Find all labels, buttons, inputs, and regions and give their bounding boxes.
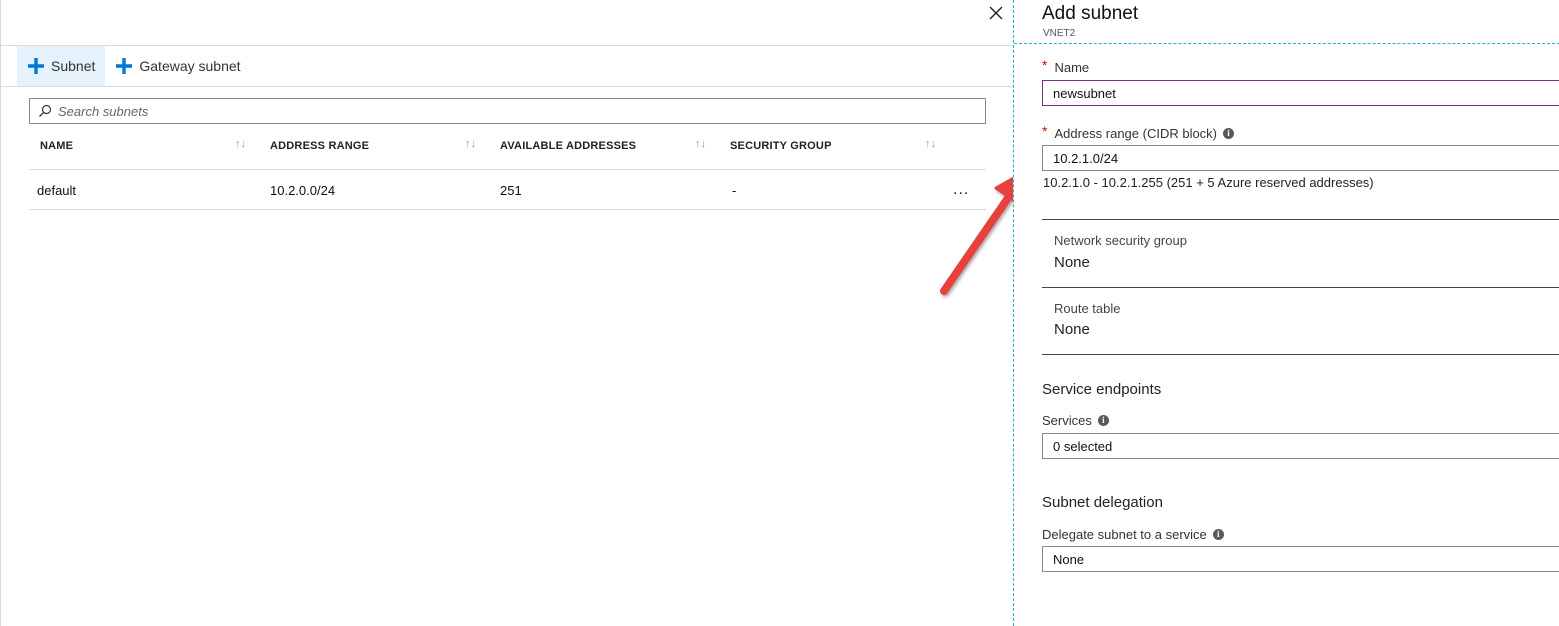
column-header-security-group[interactable]: SECURITY GROUP [730,132,832,160]
subnets-blade: Subnet Gateway subnet NAME ↑↓ ADDRESS RA… [0,0,1013,626]
delegate-label: Delegate subnet to a service i [1042,527,1224,542]
search-icon [39,104,52,117]
sort-icon[interactable]: ↑↓ [465,138,476,150]
sort-icon[interactable]: ↑↓ [695,138,706,150]
blade-title: Add subnet [1042,3,1139,24]
network-security-group-label: Network security group [1054,233,1187,248]
plus-icon [28,58,44,74]
service-endpoints-heading: Service endpoints [1042,381,1162,398]
name-label-text: Name [1054,59,1090,75]
cell-name: default [37,182,77,198]
delegate-label-text: Delegate subnet to a service [1042,527,1207,542]
route-table-label: Route table [1054,301,1121,316]
table-header-divider [29,169,986,170]
cell-available-addresses: 251 [500,182,522,198]
plus-icon [116,58,133,74]
network-security-group-value: None [1054,254,1090,271]
table-row-divider [29,209,986,210]
address-range-field[interactable] [1042,145,1559,171]
name-input[interactable] [1053,85,1553,101]
search-box[interactable] [29,98,986,124]
services-dropdown-value: 0 selected [1053,438,1113,454]
toolbar: Subnet Gateway subnet [17,46,251,86]
info-icon[interactable]: i [1212,529,1224,540]
sort-icon[interactable]: ↑↓ [925,138,936,150]
add-subnet-blade: Add subnet VNET2 * Name * Address range … [1013,0,1559,626]
section-divider [1042,354,1559,355]
blade-header-divider [1014,43,1559,44]
required-marker: * [1042,57,1048,73]
services-dropdown[interactable]: 0 selected [1042,433,1559,459]
column-header-name[interactable]: NAME [40,132,73,160]
column-header-available-addresses[interactable]: AVAILABLE ADDRESSES [500,132,636,160]
address-range-hint: 10.2.1.0 - 10.2.1.255 (251 + 5 Azure res… [1043,175,1374,190]
info-icon[interactable]: i [1223,127,1235,139]
cell-security-group: - [732,182,737,198]
cell-address-range: 10.2.0.0/24 [270,182,336,198]
required-marker: * [1042,123,1048,139]
sort-icon[interactable]: ↑↓ [235,138,246,150]
search-input[interactable] [58,103,958,119]
network-security-group-picker[interactable]: Network security group None [1042,220,1559,286]
table-header: NAME ↑↓ ADDRESS RANGE ↑↓ AVAILABLE ADDRE… [29,132,986,160]
blade-subtitle: VNET2 [1043,28,1076,39]
address-range-input[interactable] [1053,150,1553,166]
name-field[interactable] [1042,80,1559,106]
info-icon[interactable]: i [1097,415,1109,426]
add-gateway-subnet-button[interactable]: Gateway subnet [105,46,250,86]
delegate-dropdown-value: None [1053,551,1085,567]
add-subnet-label: Subnet [51,58,96,74]
route-table-value: None [1054,321,1090,338]
column-header-address-range[interactable]: ADDRESS RANGE [270,132,369,160]
name-label: * Name [1042,57,1090,75]
subnet-delegation-heading: Subnet delegation [1042,494,1163,511]
add-gateway-subnet-label: Gateway subnet [139,58,241,74]
close-icon[interactable] [986,3,1006,23]
table-row[interactable]: default 10.2.0.0/24 251 - [29,171,986,209]
add-subnet-button[interactable]: Subnet [17,46,106,86]
toolbar-divider [1,86,1013,87]
services-label: Services i [1042,413,1109,428]
address-range-label-text: Address range (CIDR block) [1054,125,1218,141]
address-range-label: * Address range (CIDR block) i [1042,123,1235,141]
services-label-text: Services [1042,413,1092,428]
route-table-picker[interactable]: Route table None [1042,288,1559,354]
delegate-dropdown[interactable]: None [1042,546,1559,572]
